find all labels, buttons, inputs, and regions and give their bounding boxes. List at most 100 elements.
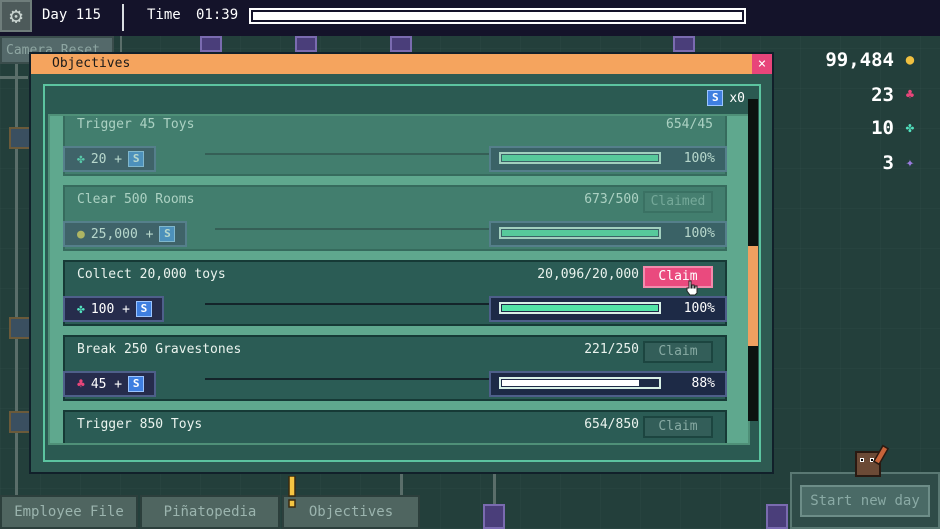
close-icon: × — [757, 56, 767, 72]
objective-progress-bar: 100% — [489, 146, 727, 172]
pinata-red-icon: ♣ — [77, 376, 85, 392]
day-time-progress-fill — [253, 12, 742, 20]
objective-progress-bar: 100% — [489, 221, 727, 247]
board-node — [9, 411, 31, 433]
skip-token-value: x0 — [729, 90, 745, 106]
objectives-list[interactable]: Trigger 45 Toys 654/45 ✤ 20 + S 100% Cle… — [48, 114, 750, 445]
skip-token-icon: S — [707, 90, 724, 106]
board-pipe — [493, 474, 496, 504]
progress-percent: 88% — [691, 376, 715, 391]
skip-token-icon: S — [135, 301, 152, 317]
progress-bar-track — [499, 152, 661, 164]
objective-progress: 221/250 — [584, 342, 639, 357]
day-time-progress-bar — [249, 8, 746, 24]
resource-coins: 99,484 ● — [825, 48, 918, 72]
tab-objectives[interactable]: Objectives — [282, 495, 420, 529]
reward-box: ✤ 100 + S — [63, 296, 164, 322]
reward-value: 25,000 + — [90, 226, 154, 242]
progress-bar-fill — [502, 230, 658, 236]
objective-title: Collect 20,000 toys — [77, 267, 226, 282]
close-button[interactable]: × — [752, 54, 772, 74]
objective-progress: 20,096/20,000 — [537, 267, 639, 282]
progress-percent: 100% — [683, 301, 715, 316]
resource-red-pinatas: 23 ♣ — [871, 83, 918, 107]
resource-gems-value: 3 — [882, 152, 894, 174]
tab-pinatopedia[interactable]: Piñatopedia — [140, 495, 280, 529]
toy-cyan-icon: ✤ — [77, 151, 85, 167]
progress-bar-fill — [502, 155, 658, 161]
skip-token-icon: S — [128, 376, 145, 392]
board-pipe — [0, 76, 28, 79]
skip-token-count: S x0 — [707, 90, 745, 106]
hand-cursor-icon — [686, 280, 698, 296]
skip-token-icon: S — [159, 226, 176, 242]
board-node — [295, 36, 317, 52]
resource-toys: 10 ✤ — [871, 116, 918, 140]
board-node — [390, 36, 412, 52]
progress-bar-track — [499, 227, 661, 239]
resource-toys-value: 10 — [871, 117, 894, 139]
board-node — [9, 127, 31, 149]
objective-title: Break 250 Gravestones — [77, 342, 242, 357]
gem-purple-icon: ✦ — [905, 155, 915, 171]
objectives-panel: S x0 Trigger 45 Toys 654/45 ✤ 20 + S 100… — [43, 84, 761, 462]
claim-button[interactable]: Claim — [643, 266, 713, 288]
coin-icon: ● — [905, 52, 915, 68]
progress-bar-fill — [502, 380, 640, 386]
pinata-mascot-icon — [855, 444, 890, 477]
modal-title: Objectives — [52, 56, 131, 71]
resource-coins-value: 99,484 — [825, 49, 894, 71]
tab-employee-file[interactable]: Employee File — [0, 495, 138, 529]
toy-cyan-icon: ✤ — [905, 120, 915, 136]
start-new-day-button[interactable]: Start new day — [800, 485, 930, 517]
modal-titlebar — [31, 54, 772, 74]
reward-value: 45 + — [90, 376, 123, 392]
objectives-modal: Objectives × S x0 Trigger 45 Toys 654/45… — [29, 52, 774, 474]
board-node — [673, 36, 695, 52]
board-node — [766, 504, 788, 529]
progress-percent: 100% — [683, 151, 715, 166]
reward-value: 20 + — [90, 151, 123, 167]
day-counter: Day 115 — [42, 7, 102, 23]
progress-bar-fill — [502, 305, 658, 311]
objective-row: Collect 20,000 toys 20,096/20,000 Claim … — [63, 260, 727, 326]
objective-row: Break 250 Gravestones 221/250 Claim ♣ 45… — [63, 335, 727, 401]
coin-icon: ● — [77, 226, 85, 242]
reward-value: 100 + — [90, 301, 130, 317]
reward-connector — [215, 228, 505, 230]
reward-box: ♣ 45 + S — [63, 371, 157, 397]
top-bar-divider — [122, 4, 124, 31]
objective-progress-bar: 100% — [489, 296, 727, 322]
settings-button[interactable]: ⚙ — [0, 0, 32, 32]
objective-title: Clear 500 Rooms — [77, 192, 195, 207]
objective-title: Trigger 850 Toys — [77, 417, 203, 432]
reward-connector — [205, 153, 505, 155]
time-label: Time — [147, 7, 181, 23]
alert-exclamation-icon — [288, 476, 296, 508]
time-value: 01:39 — [196, 7, 239, 23]
pinata-red-icon: ♣ — [905, 87, 915, 103]
progress-bar-track — [499, 377, 661, 389]
reward-connector — [205, 378, 505, 380]
progress-bar-track — [499, 302, 661, 314]
progress-percent: 100% — [683, 226, 715, 241]
scrollbar-thumb[interactable] — [748, 246, 758, 346]
board-node — [9, 317, 31, 339]
reward-connector — [205, 303, 505, 305]
claim-button[interactable]: Claim — [643, 416, 713, 438]
reward-box: ● 25,000 + S — [63, 221, 188, 247]
claimed-button: Claimed — [643, 191, 713, 213]
objective-title: Trigger 45 Toys — [77, 117, 195, 132]
resource-red-value: 23 — [871, 84, 894, 106]
objective-progress: 654/850 — [584, 417, 639, 432]
objective-progress: 654/45 — [666, 117, 713, 132]
claim-button[interactable]: Claim — [643, 341, 713, 363]
objective-progress: 673/500 — [584, 192, 639, 207]
board-node — [200, 36, 222, 52]
board-node — [483, 504, 505, 529]
gear-icon: ⚙ — [9, 3, 23, 29]
board-pipe — [120, 36, 122, 52]
objective-row: Clear 500 Rooms 673/500 Claimed ● 25,000… — [63, 185, 727, 251]
reward-box: ✤ 20 + S — [63, 146, 157, 172]
toy-cyan-icon: ✤ — [77, 301, 85, 317]
